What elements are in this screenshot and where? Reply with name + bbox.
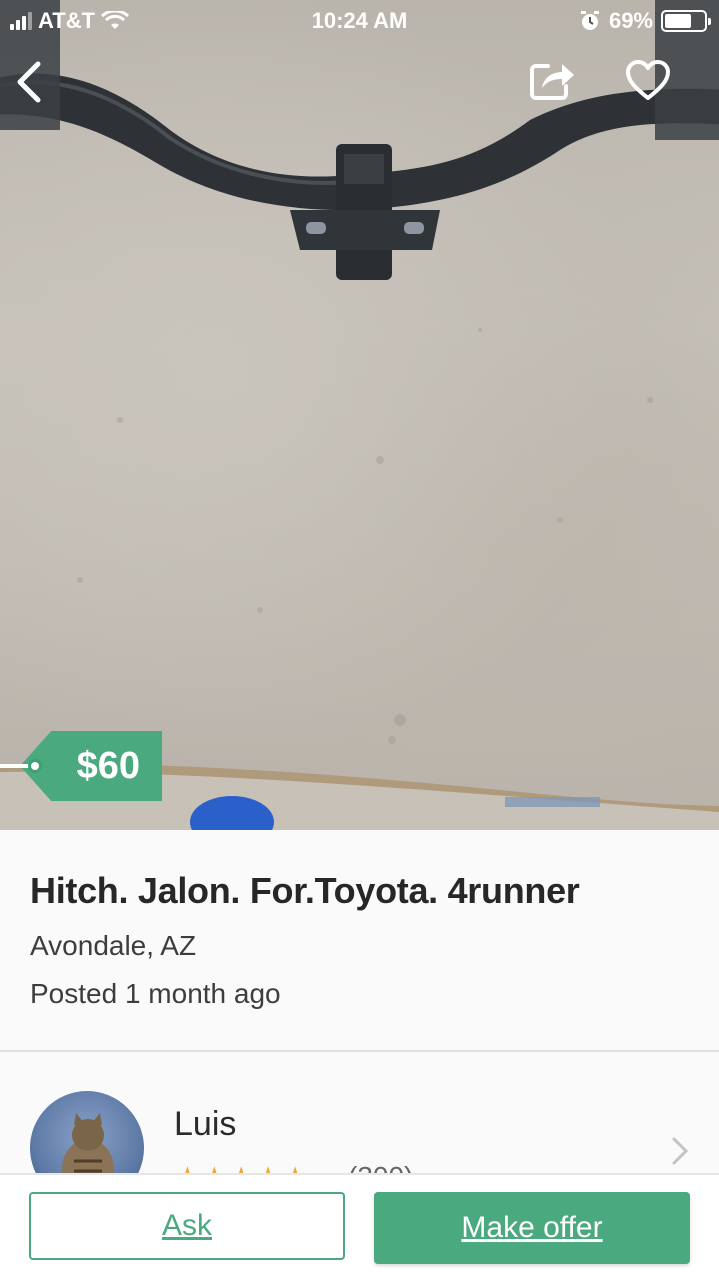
- listing-info: Hitch. Jalon. For.Toyota. 4runner Avonda…: [0, 830, 719, 1052]
- listing-title: Hitch. Jalon. For.Toyota. 4runner: [30, 870, 580, 911]
- share-button[interactable]: [528, 58, 576, 102]
- status-right: 69%: [579, 8, 711, 34]
- listing-posted-time: Posted 1 month ago: [30, 978, 281, 1009]
- seller-row[interactable]: Luis ★★★★★ (300): [0, 1053, 719, 1173]
- favorite-button[interactable]: [624, 58, 672, 102]
- listing-location: Avondale, AZ: [30, 930, 197, 961]
- ask-button[interactable]: Ask: [29, 1192, 345, 1260]
- battery-percent: 69%: [608, 8, 653, 33]
- tag-hole: [28, 759, 42, 773]
- seller-rating-count: (300): [348, 1161, 413, 1173]
- cat-photo-icon: [62, 1113, 114, 1173]
- listing-photo[interactable]: AT&T 10:24 AM 69% $60: [0, 0, 719, 830]
- back-chevron-icon: [17, 61, 41, 103]
- status-bar: AT&T 10:24 AM 69%: [0, 0, 719, 40]
- back-button[interactable]: [10, 58, 50, 106]
- seller-rating-stars: ★★★★★: [174, 1161, 308, 1173]
- heart-icon: [626, 60, 670, 100]
- chevron-right-icon: [672, 1137, 689, 1165]
- action-bar: Ask Make offer: [0, 1173, 719, 1279]
- share-icon: [530, 64, 574, 100]
- seller-name: Luis: [174, 1105, 237, 1143]
- alarm-icon: [580, 11, 599, 30]
- battery-fill: [665, 14, 692, 28]
- trailer-hitch-image: [0, 0, 719, 830]
- make-offer-button[interactable]: Make offer: [374, 1192, 690, 1264]
- battery-icon: [661, 10, 711, 32]
- seller-avatar: [30, 1091, 144, 1173]
- price-tag: $60: [0, 731, 162, 801]
